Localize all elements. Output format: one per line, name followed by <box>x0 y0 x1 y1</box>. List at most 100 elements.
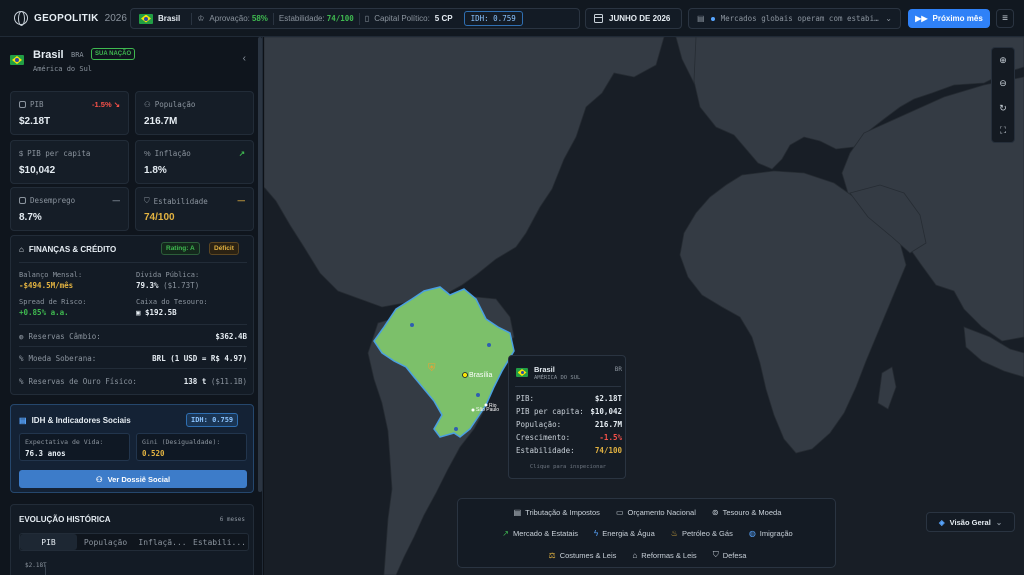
finance-title: FINANÇAS & CRÉDITO <box>28 245 117 254</box>
fullscreen-icon[interactable]: ⛶ <box>992 120 1014 140</box>
madagascar <box>877 366 897 410</box>
gold-icon: % <box>19 377 24 386</box>
users-icon: ⚇ <box>144 100 151 109</box>
country-tooltip[interactable]: Brasil AMÉRICA DO SUL BR PIB: $2.18T PIB … <box>508 355 626 479</box>
sidebar: Brasil BRA SUA NAÇÃO América do Sul ‹ PI… <box>0 37 263 575</box>
currency-row: % Moeda Soberana: BRL (1 USD = R$ 4.97) <box>19 354 247 363</box>
scale-icon: ⚖ <box>548 550 556 560</box>
tab-population[interactable]: População <box>77 534 134 550</box>
action-panel: ▤ Tributação & Impostos ▭ Orçamento Nacion… <box>457 498 836 568</box>
brand: GEOPOLITIK 2026 <box>14 11 127 26</box>
stat-trend: — <box>237 196 246 205</box>
stat-value: 74/100 <box>144 212 175 223</box>
approval-label: Aprovação: <box>209 14 250 23</box>
stability-value: 74/100 <box>326 14 354 23</box>
capital-label: Capital Político: <box>374 14 430 23</box>
brand-name: GEOPOLITIK <box>34 12 99 24</box>
brand-year: 2026 <box>104 12 127 24</box>
shield-icon: ⛉ <box>144 196 150 205</box>
customs-button[interactable]: ⚖ Costumes & Leis <box>549 550 617 560</box>
tooltip-hint: Clique para inspecionar <box>529 464 607 470</box>
brazil-flag-icon <box>139 13 153 24</box>
sidebar-scrollbar[interactable] <box>258 37 262 492</box>
immigration-button[interactable]: ◍ Imigração <box>749 529 793 538</box>
users-icon: ⚇ <box>95 474 103 484</box>
news-text: Mercados globais operam com estabilidade <box>720 14 880 23</box>
social-dossier-button[interactable]: ⚇ Ver Dossiê Social <box>19 470 247 488</box>
capital-value: 5 CP <box>434 14 453 23</box>
history-title: EVOLUÇÃO HISTÓRICA <box>19 515 111 524</box>
defense-button[interactable]: ⛉ Defesa <box>713 550 747 560</box>
chart-icon <box>19 101 26 108</box>
zoom-in-icon[interactable]: ⊕ <box>992 50 1014 70</box>
zoom-controls: ⊕ ⊖ ↻ ⛶ <box>991 47 1015 143</box>
brazil-flag-icon <box>10 55 24 65</box>
chevron-down-icon: ⌄ <box>995 517 1003 527</box>
idh-chip[interactable]: IDH: 0.759 <box>463 11 523 26</box>
dollar-icon: $ <box>19 149 24 158</box>
tab-stability[interactable]: Estabili... <box>191 534 248 550</box>
current-country[interactable]: Brasil <box>158 14 180 23</box>
capital-icon: ▯ <box>364 14 370 23</box>
city-label-brasilia: Brasília <box>469 372 492 379</box>
tab-gdp[interactable]: PIB <box>20 534 77 550</box>
building-icon: ⌂ <box>632 550 638 560</box>
top-bar: GEOPOLITIK 2026 Brasil ♔ Aprovação: 58% … <box>0 0 1024 37</box>
country-region: América do Sul <box>33 65 93 73</box>
stat-value: 8.7% <box>19 212 42 223</box>
trend-up-icon: ↗ <box>502 529 509 538</box>
hamburger-icon: ≡ <box>1002 13 1008 24</box>
oil-button[interactable]: ♨ Petróleo & Gás <box>671 529 733 538</box>
brasilia-marker[interactable] <box>462 372 468 378</box>
stat-card-gdp: PIB -1.5% ↘ $2.18T <box>10 91 129 135</box>
history-axis-label: $2.18T <box>25 562 47 569</box>
treasury-value: ▣ $192.5B <box>136 308 177 317</box>
globe-icon: ◍ <box>19 332 24 341</box>
tooltip-row: Estabilidade: 74/100 <box>516 446 622 455</box>
stat-trend: -1.5% ↘ <box>92 100 120 109</box>
market-button[interactable]: ↗ Mercado & Estatais <box>502 529 578 538</box>
bolt-icon: ϟ <box>594 529 599 538</box>
current-date: JUNHO DE 2026 <box>609 14 671 23</box>
stat-value: 216.7M <box>144 116 178 127</box>
stat-value: 1.8% <box>144 165 167 176</box>
shield-icon: ⛉ <box>712 550 719 559</box>
budget-button[interactable]: ▭ Orçamento Nacional <box>616 508 696 517</box>
calendar-icon <box>594 14 603 23</box>
news-ticker[interactable]: ▤ Mercados globais operam com estabilida… <box>688 8 901 29</box>
sao-paulo-marker[interactable] <box>471 408 475 412</box>
fast-forward-icon: ▶▶ <box>915 14 928 23</box>
finance-card: ⌂ FINANÇAS & CRÉDITO Rating: A Déficit Ba… <box>10 235 254 395</box>
tooltip-row: Crescimento: -1.5% <box>516 433 622 442</box>
stat-card-unemployment: Desemprego — 8.7% <box>10 187 129 231</box>
coins-icon: % <box>19 354 24 363</box>
tax-button[interactable]: ▤ Tributação & Impostos <box>514 508 600 517</box>
menu-button[interactable]: ≡ <box>996 9 1014 28</box>
heart-icon: ▤ <box>19 416 27 425</box>
tab-inflation[interactable]: Inflaçã... <box>134 534 191 550</box>
briefcase-icon <box>19 197 26 204</box>
view-mode-button[interactable]: ◈ Visão Geral ⌄ <box>926 512 1015 532</box>
capital-marker-icon: ⛨ <box>428 363 436 374</box>
map-canvas: ⛨ Brasília Rio São Paulo <box>264 37 1024 575</box>
life-expectancy-box: Expectativa de Vida: 76.3 anos <box>19 433 130 461</box>
reset-view-icon[interactable]: ↻ <box>992 98 1014 118</box>
zoom-out-icon[interactable]: ⊖ <box>992 73 1014 93</box>
stat-card-stability: ⛉ Estabilidade — 74/100 <box>135 187 254 231</box>
world-map[interactable]: ⛨ Brasília Rio São Paulo ⊕ ⊖ ↻ ⛶ Brasil … <box>264 37 1024 575</box>
tooltip-row: PIB per capita: $10,042 <box>516 407 622 416</box>
treasury-button[interactable]: ⊚ Tesouro & Moeda <box>712 508 782 517</box>
history-tabs: PIB População Inflaçã... Estabili... <box>19 533 249 551</box>
risk-spread-value: +0.85% a.a. <box>19 308 69 317</box>
next-month-button[interactable]: ▶▶ Próximo mês <box>908 9 990 28</box>
globe-icon <box>14 11 28 26</box>
stat-value: $2.18T <box>19 116 51 127</box>
stat-card-gdp-per-capita: $ PIB per capita $10,042 <box>10 140 129 184</box>
collapse-chevron-icon[interactable]: ‹ <box>243 53 246 64</box>
status-group: Brasil ♔ Aprovação: 58% Estabilidade: 74… <box>130 8 580 29</box>
energy-button[interactable]: ϟ Energia & Água <box>594 529 655 538</box>
reforms-button[interactable]: ⌂ Reformas & Leis <box>632 550 696 560</box>
stat-trend: ↗ <box>238 149 245 158</box>
city-label-sao-paulo: São Paulo <box>476 407 499 413</box>
crown-icon: ♔ <box>197 14 205 23</box>
